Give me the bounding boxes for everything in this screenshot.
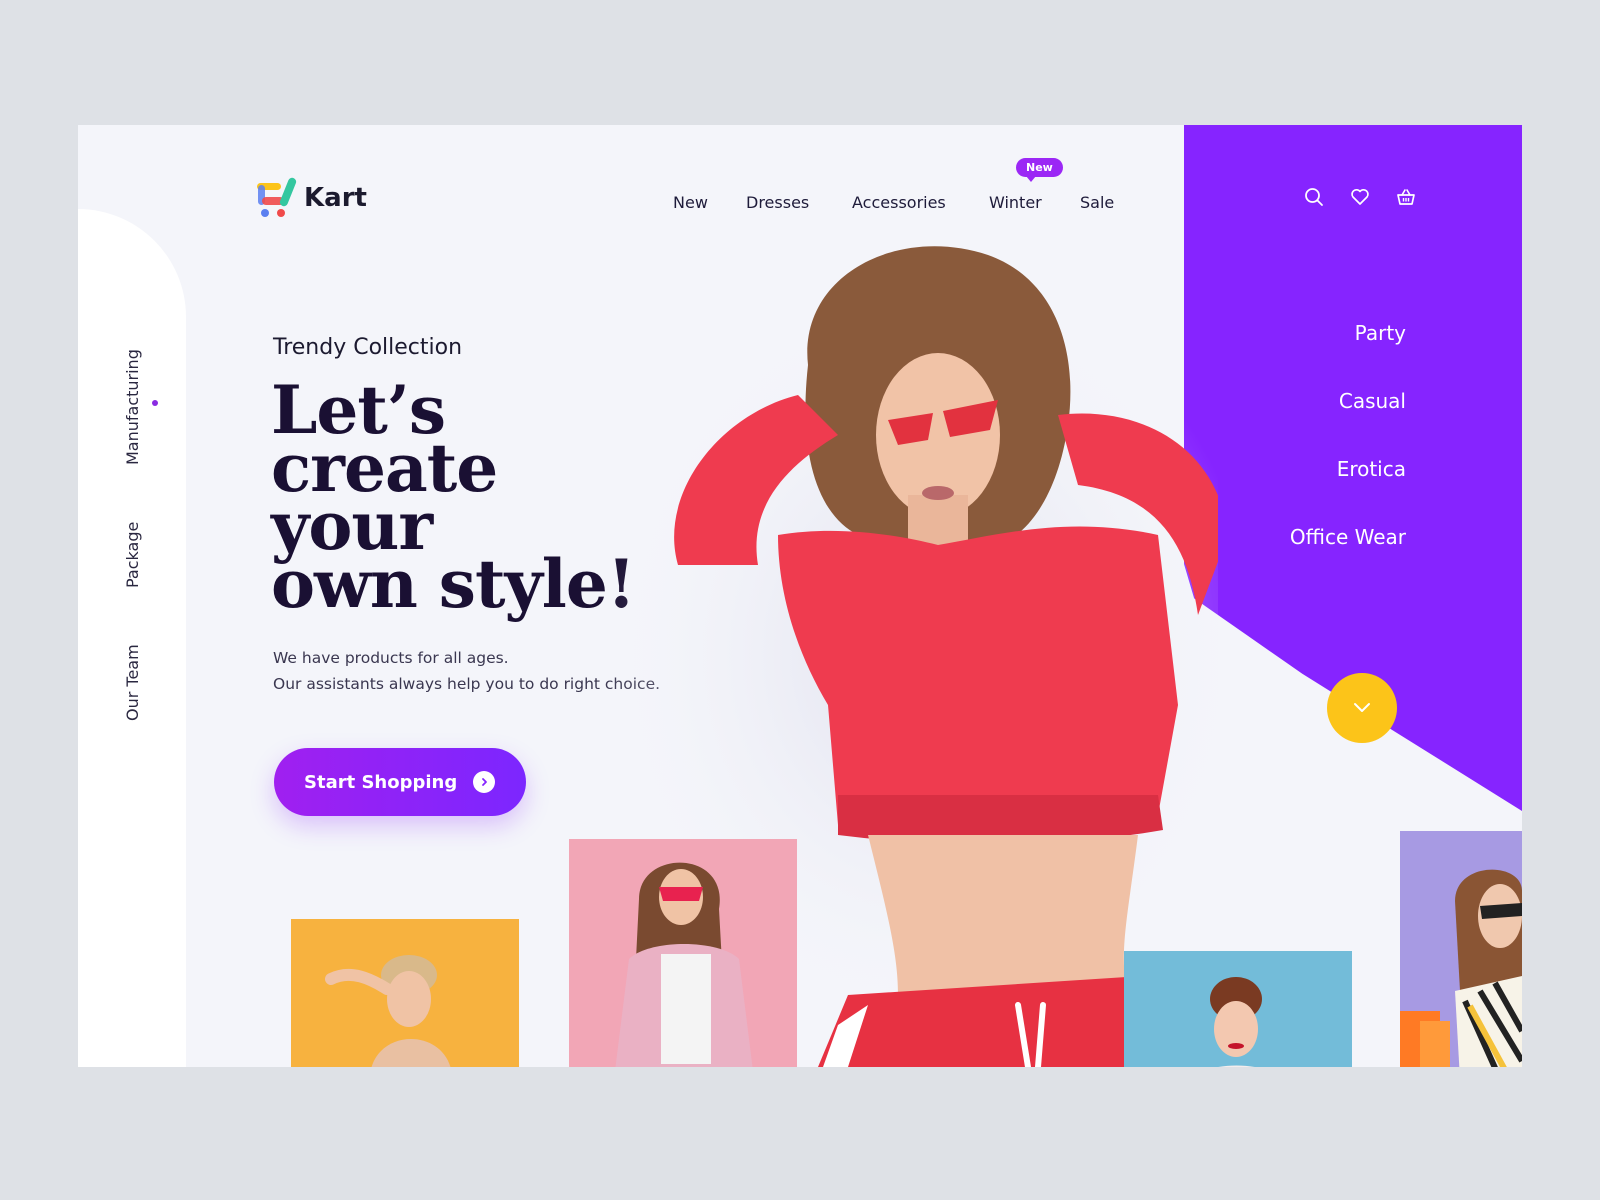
brand-name: Kart [304,183,367,213]
hero-headline: Let’s create your own style! [271,377,636,623]
landing-page: Kart New Dresses Accessories Winter Sale… [78,125,1522,1067]
thumbnail-yellow-model[interactable] [291,919,519,1067]
headline-line: own style! [271,545,636,623]
nav-item-dresses[interactable]: Dresses [746,193,809,212]
side-nav-our-team[interactable]: Our Team [123,644,142,721]
nav-item-sale[interactable]: Sale [1080,193,1114,212]
category-erotica[interactable]: Erotica [1290,457,1406,525]
category-party[interactable]: Party [1290,321,1406,389]
nav-item-winter[interactable]: Winter [989,193,1042,212]
nav-item-new[interactable]: New [673,193,708,212]
heart-icon[interactable] [1350,187,1370,207]
category-menu: Party Casual Erotica Office Wear [1290,321,1406,593]
thumbnail-pink-model[interactable] [569,839,797,1067]
cart-logo-icon [257,177,297,217]
thumbnail-lilac-model[interactable] [1400,831,1522,1067]
new-badge: New [1016,158,1063,182]
side-panel [78,209,186,1067]
basket-icon[interactable] [1396,187,1416,207]
category-office-wear[interactable]: Office Wear [1290,525,1406,593]
search-icon[interactable] [1304,187,1324,207]
model-photo [1400,869,1522,1067]
start-shopping-button[interactable]: Start Shopping [274,748,526,816]
start-shopping-label: Start Shopping [304,771,458,793]
model-photo [325,955,451,1067]
model-photo [615,862,753,1067]
hero-eyebrow: Trendy Collection [273,335,463,360]
model-photo [1210,977,1262,1067]
side-nav-package[interactable]: Package [123,522,142,588]
chevron-right-icon [473,771,496,793]
scroll-down-button[interactable] [1327,673,1397,743]
nav-item-accessories[interactable]: Accessories [852,193,946,212]
category-casual[interactable]: Casual [1290,389,1406,457]
side-nav-manufacturing[interactable]: Manufacturing [123,349,142,465]
thumbnail-blue-model[interactable] [1124,951,1352,1067]
active-indicator-dot [152,400,158,406]
header-icons [1304,187,1416,207]
logo[interactable]: Kart [256,177,367,219]
chevron-down-icon [1354,703,1370,712]
